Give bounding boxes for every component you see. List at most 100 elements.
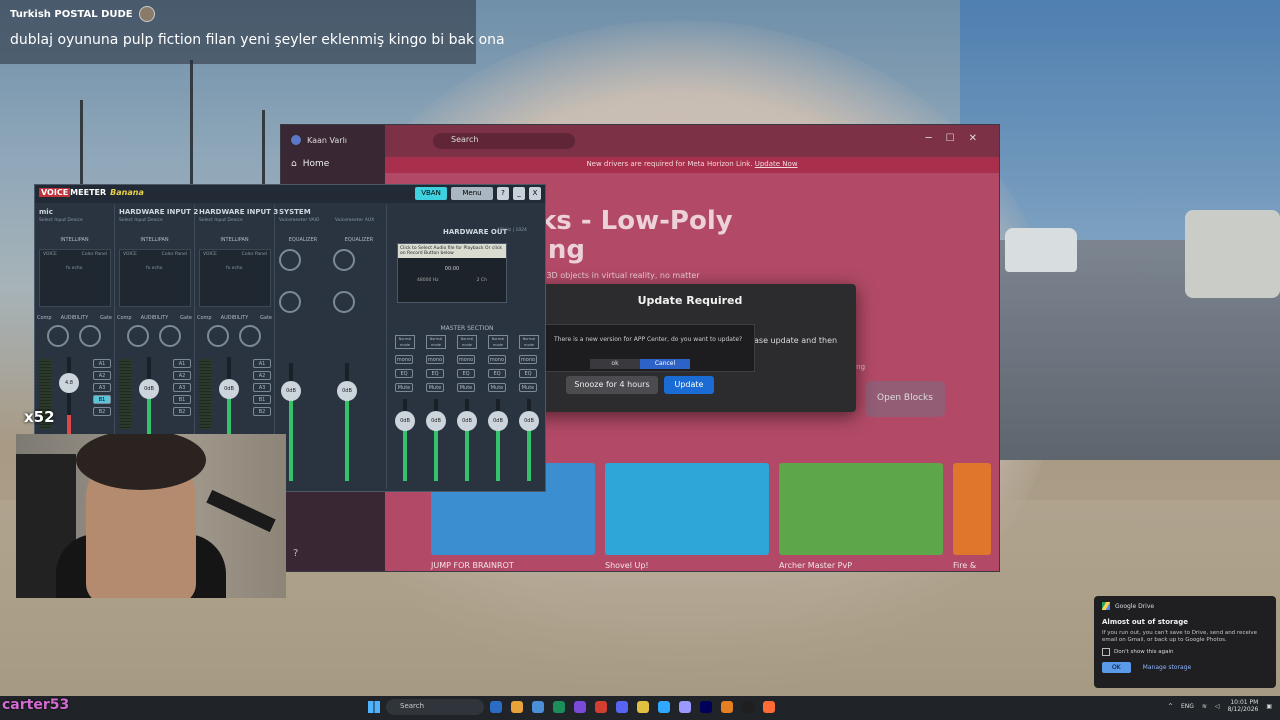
normal-mode-button[interactable]: Normal mode [426, 335, 446, 349]
mono-button[interactable]: mono [519, 355, 537, 364]
fader-knob[interactable]: 0dB [337, 381, 357, 401]
dont-show-checkbox[interactable]: Don't show this again [1102, 648, 1268, 657]
taskbar-app-icon[interactable] [700, 701, 712, 713]
intellipan-pad[interactable]: VOICE Color Panel fx echo [39, 249, 111, 307]
mute-button[interactable]: Mute [426, 383, 444, 392]
wifi-icon[interactable]: ≋ [1202, 703, 1207, 710]
mono-button[interactable]: mono [426, 355, 444, 364]
gate-knob[interactable] [79, 325, 101, 347]
bus-button-b1[interactable]: B1 [173, 395, 191, 404]
vban-button[interactable]: VBAN [415, 187, 447, 200]
taskbar-search[interactable]: Search [386, 699, 484, 715]
taskbar-app-icon[interactable] [742, 701, 754, 713]
snooze-button[interactable]: Snooze for 4 hours [566, 376, 658, 394]
app-tile[interactable]: Archer Master PvP [779, 463, 943, 571]
minimize-icon[interactable]: _ [513, 187, 525, 200]
bus-button-b2[interactable]: B2 [253, 407, 271, 416]
taskbar-app-icon[interactable] [658, 701, 670, 713]
mono-button[interactable]: mono [457, 355, 475, 364]
eq-button[interactable]: EQ [395, 369, 413, 378]
mute-button[interactable]: Mute [457, 383, 475, 392]
language-indicator[interactable]: ENG [1181, 703, 1194, 710]
taskbar-app-icon[interactable] [511, 701, 523, 713]
fader-knob[interactable]: 0dB [281, 381, 301, 401]
taskbar-app-icon[interactable] [490, 701, 502, 713]
fader-knob[interactable]: 0dB [519, 411, 539, 431]
mono-button[interactable]: mono [395, 355, 413, 364]
bus-button-a3[interactable]: A3 [93, 383, 111, 392]
fader-knob[interactable]: 0dB [139, 379, 159, 399]
normal-mode-button[interactable]: Normal mode [395, 335, 415, 349]
meta-search-input[interactable]: Search [433, 133, 575, 149]
bus-button-b2[interactable]: B2 [93, 407, 111, 416]
eq-button[interactable]: EQ [519, 369, 537, 378]
bus-button-a2[interactable]: A2 [173, 371, 191, 380]
help-icon[interactable]: ? [293, 548, 298, 559]
fader-knob[interactable]: 0dB [488, 411, 508, 431]
eq-button[interactable]: EQ [426, 369, 444, 378]
clock[interactable]: 10:01 PM 8/12/2026 [1228, 699, 1259, 713]
mute-button[interactable]: Mute [488, 383, 506, 392]
banner-update-link[interactable]: Update Now [755, 160, 798, 168]
meta-account[interactable]: Kaan Varlı [291, 135, 347, 145]
taskbar-app-icon[interactable] [553, 701, 565, 713]
fader-knob[interactable]: 0dB [395, 411, 415, 431]
eq-knob[interactable] [333, 249, 355, 271]
update-button[interactable]: Update [664, 376, 714, 394]
app-tile[interactable]: Fire & Resc [953, 463, 991, 571]
window-controls[interactable]: ─☐✕ [926, 133, 991, 144]
taskbar-app-icon[interactable] [595, 701, 607, 713]
strip-device[interactable]: Select Input Device [119, 218, 163, 223]
bus-button-a2[interactable]: A2 [253, 371, 271, 380]
normal-mode-button[interactable]: Normal mode [457, 335, 477, 349]
comp-knob[interactable] [207, 325, 229, 347]
bus-button-a1[interactable]: A1 [253, 359, 271, 368]
close-icon[interactable]: X [529, 187, 541, 200]
fader-knob[interactable]: 0dB [219, 379, 239, 399]
ok-button[interactable]: ok [590, 359, 640, 369]
ok-button[interactable]: OK [1102, 662, 1131, 674]
eq-button[interactable]: EQ [457, 369, 475, 378]
bus-button-a3[interactable]: A3 [253, 383, 271, 392]
fader-knob[interactable]: 0dB [426, 411, 446, 431]
sidebar-item-home[interactable]: ⌂ Home [291, 159, 329, 169]
comp-knob[interactable] [47, 325, 69, 347]
menu-button[interactable]: Menu [451, 187, 493, 200]
bus-button-b2[interactable]: B2 [173, 407, 191, 416]
comp-knob[interactable] [127, 325, 149, 347]
manage-storage-link[interactable]: Manage storage [1143, 664, 1192, 671]
strip-device[interactable]: Select Input Device [39, 218, 83, 223]
gate-knob[interactable] [239, 325, 261, 347]
fader-knob[interactable]: 4.8 [59, 373, 79, 393]
mute-button[interactable]: Mute [519, 383, 537, 392]
intellipan-pad[interactable]: VOICE Color Panel fx echo [199, 249, 271, 307]
taskbar-app-icon[interactable] [532, 701, 544, 713]
chevron-up-icon[interactable]: ^ [1168, 703, 1173, 710]
cancel-button[interactable]: Cancel [640, 359, 690, 369]
strip-device[interactable]: Select Input Device [199, 218, 243, 223]
normal-mode-button[interactable]: Normal mode [488, 335, 508, 349]
bus-button-a2[interactable]: A2 [93, 371, 111, 380]
open-blocks-button[interactable]: Open Blocks [865, 381, 945, 417]
bus-button-a3[interactable]: A3 [173, 383, 191, 392]
taskbar-app-icon[interactable] [721, 701, 733, 713]
eq-knob[interactable] [279, 249, 301, 271]
taskbar-app-icon[interactable] [616, 701, 628, 713]
taskbar-app-icon[interactable] [637, 701, 649, 713]
eq-button[interactable]: EQ [488, 369, 506, 378]
mono-button[interactable]: mono [488, 355, 506, 364]
bus-button-a1[interactable]: A1 [93, 359, 111, 368]
normal-mode-button[interactable]: Normal mode [519, 335, 539, 349]
tape-recorder[interactable]: Click to Select Audio file for Playback … [397, 243, 507, 303]
taskbar-app-icon[interactable] [574, 701, 586, 713]
app-tile[interactable]: Shovel Up! [605, 463, 769, 571]
eq-knob[interactable] [279, 291, 301, 313]
taskbar-app-icon[interactable] [763, 701, 775, 713]
fader-knob[interactable]: 0dB [457, 411, 477, 431]
bus-button-b1[interactable]: B1 [93, 395, 111, 404]
bus-button-b1[interactable]: B1 [253, 395, 271, 404]
gate-knob[interactable] [159, 325, 181, 347]
start-icon[interactable] [368, 701, 380, 713]
volume-icon[interactable]: ◁ [1215, 703, 1220, 710]
eq-knob[interactable] [333, 291, 355, 313]
